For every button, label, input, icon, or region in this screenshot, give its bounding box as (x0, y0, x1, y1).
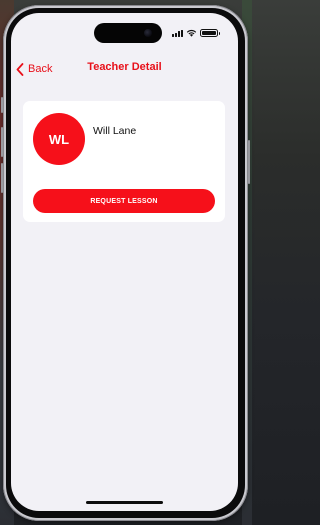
status-icons (172, 29, 220, 37)
navigation-bar: Back Teacher Detail (11, 57, 238, 83)
volume-up-button (1, 127, 3, 157)
teacher-name: Will Lane (93, 125, 137, 137)
wifi-icon (186, 29, 197, 37)
app-screen: Back Teacher Detail WL Will Lane REQUEST… (11, 13, 238, 511)
page-title: Teacher Detail (87, 61, 162, 73)
request-lesson-label: REQUEST LESSON (90, 197, 158, 205)
teacher-card: WL Will Lane REQUEST LESSON (23, 101, 225, 222)
cellular-signal-icon (172, 29, 183, 37)
volume-down-button (1, 163, 3, 193)
home-indicator[interactable] (86, 501, 163, 504)
action-button (1, 97, 3, 113)
battery-icon (200, 29, 220, 37)
camera-lens (144, 29, 152, 37)
power-button (248, 140, 250, 184)
avatar: WL (33, 113, 85, 165)
request-lesson-button[interactable]: REQUEST LESSON (33, 189, 215, 213)
dynamic-island (94, 23, 162, 43)
avatar-initials: WL (48, 131, 70, 147)
